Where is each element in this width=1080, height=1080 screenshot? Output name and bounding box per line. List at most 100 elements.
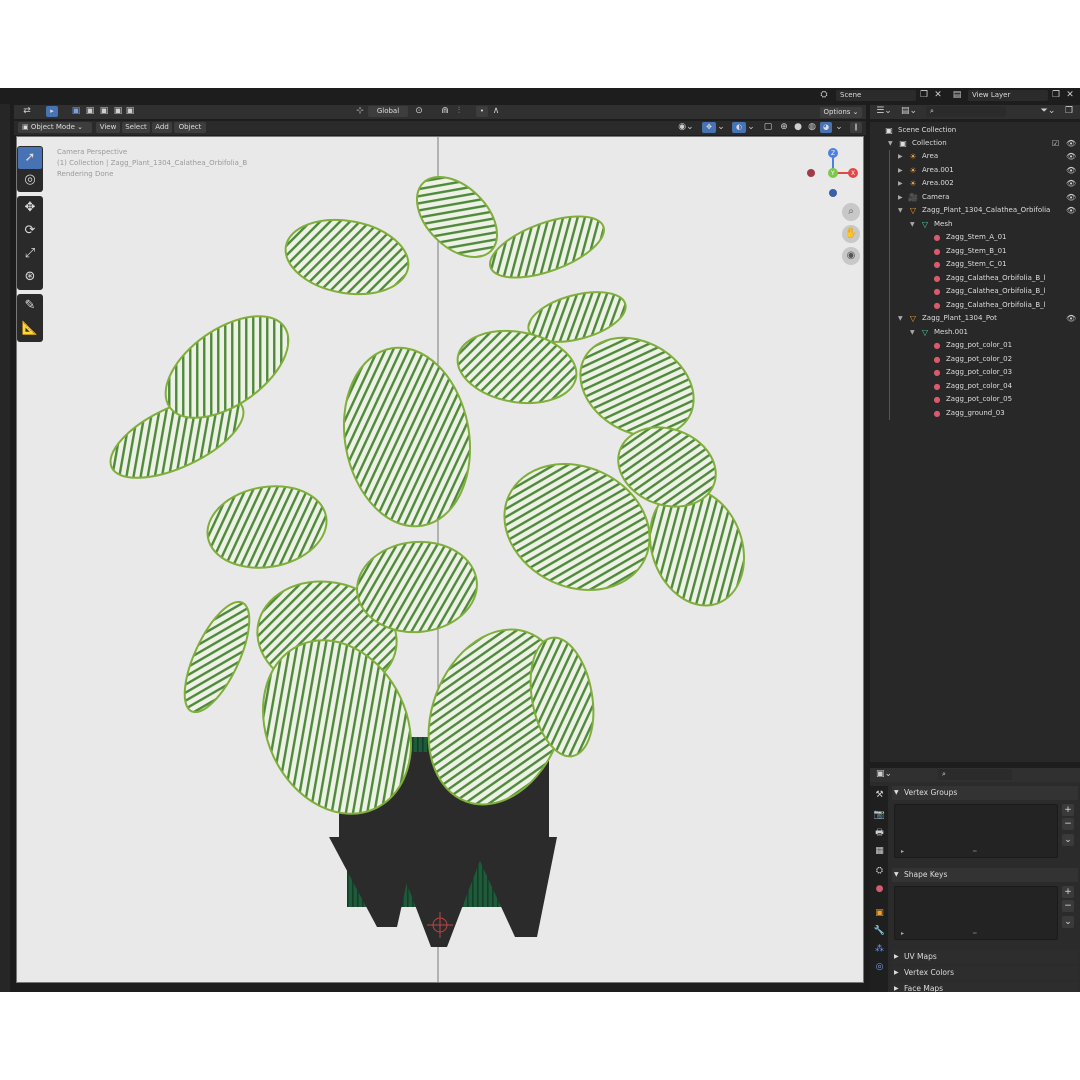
outliner-row[interactable]: ● Zagg_Calathea_Orbifolia_B_l [870, 299, 1080, 312]
eye-icon[interactable]: 👁 [1066, 204, 1076, 217]
view-layer-icon[interactable]: ▤ [948, 90, 966, 101]
outliner-editor-type-icon[interactable]: ☰⌄ [874, 106, 894, 117]
cursor-tool-icon[interactable]: ◎ [18, 169, 42, 191]
options-dropdown[interactable]: Options ⌄ [820, 107, 862, 118]
select-tool-icon[interactable]: ▸ [46, 106, 58, 117]
view-layer-tab-icon[interactable]: ▦ [873, 844, 886, 858]
material-shading-icon[interactable]: ◍ [806, 122, 818, 133]
outliner-row[interactable]: ▶ ☀ Area.002 👁 [870, 177, 1080, 190]
solid-shading-icon[interactable]: ● [792, 122, 804, 133]
new-scene-icon[interactable]: ❐ [918, 90, 930, 101]
list-resize-handle[interactable]: ═ [973, 930, 977, 937]
shading-dropdown-icon[interactable]: ⌄ [834, 122, 844, 133]
overlay-toggle-icon[interactable]: ◐ [732, 122, 746, 133]
remove-vertex-group-button[interactable]: − [1062, 818, 1074, 830]
properties-editor-type-icon[interactable]: ▣⌄ [874, 769, 894, 780]
editor-type-icon[interactable]: ⇄ [18, 106, 36, 117]
display-mode-icon[interactable]: ▤⌄ [898, 106, 920, 117]
gizmo-dropdown-icon[interactable]: ⌄ [716, 122, 726, 133]
eye-icon[interactable]: 👁 [1066, 191, 1076, 204]
remove-shape-key-button[interactable]: − [1062, 900, 1074, 912]
select-mode-subtract-icon[interactable]: ▣ [98, 106, 110, 117]
outliner-row[interactable]: ● Zagg_pot_color_02 [870, 353, 1080, 366]
select-menu[interactable]: Select [122, 122, 150, 133]
new-collection-icon[interactable]: ❐ [1062, 106, 1076, 117]
outliner-row[interactable]: ▼ ▽ Zagg_Plant_1304_Calathea_Orbifolia 👁 [870, 204, 1080, 217]
collapse-arrow-icon[interactable]: ▶ [898, 164, 903, 177]
list-expand-icon[interactable]: ▸ [901, 930, 904, 937]
rendered-shading-icon[interactable]: ◕ [820, 122, 832, 133]
expand-arrow-icon[interactable]: ▼ [898, 312, 903, 325]
expand-arrow-icon[interactable]: ▼ [910, 218, 915, 231]
uv-maps-panel[interactable]: ▶ UV Maps [892, 950, 1078, 964]
new-view-layer-icon[interactable]: ❐ [1050, 90, 1062, 101]
expand-arrow-icon[interactable]: ▼ [898, 204, 903, 217]
outliner-row[interactable]: ▶ 🎥 Camera 👁 [870, 191, 1080, 204]
checkbox-icon[interactable]: ☑ [1052, 137, 1059, 150]
wireframe-shading-icon[interactable]: ⊕ [778, 122, 790, 133]
outliner-row[interactable]: ▼ ▽ Mesh.001 [870, 326, 1080, 339]
outliner-row[interactable]: ● Zagg_ground_03 [870, 407, 1080, 420]
scale-tool-icon[interactable]: ⤢ [18, 243, 42, 265]
object-tab-icon[interactable]: ▣ [873, 906, 886, 920]
collapse-arrow-icon[interactable]: ▶ [898, 177, 903, 190]
outliner-row[interactable]: ● Zagg_Stem_C_01 [870, 258, 1080, 271]
outliner-row[interactable]: ▼ ▽ Mesh [870, 218, 1080, 231]
outliner-row[interactable]: ● Zagg_Calathea_Orbifolia_B_l [870, 272, 1080, 285]
outliner-row[interactable]: ▶ ☀ Area 👁 [870, 150, 1080, 163]
falloff-icon[interactable]: ∧ [490, 106, 502, 117]
select-mode-extend-icon[interactable]: ▣ [84, 106, 96, 117]
transform-orientation-dropdown[interactable]: Global [368, 106, 408, 117]
expand-arrow-icon[interactable]: ▼ [910, 326, 915, 339]
outliner-row[interactable]: ● Zagg_pot_color_01 [870, 339, 1080, 352]
remove-scene-icon[interactable]: ✕ [932, 90, 944, 101]
vertex-group-menu-button[interactable]: ⌄ [1062, 834, 1074, 846]
vertex-colors-panel[interactable]: ▶ Vertex Colors [892, 966, 1078, 980]
shape-key-menu-button[interactable]: ⌄ [1062, 916, 1074, 928]
remove-view-layer-icon[interactable]: ✕ [1064, 90, 1076, 101]
snap-target-icon[interactable]: ⫶ [452, 106, 466, 117]
collapse-arrow-icon[interactable]: ▶ [898, 150, 903, 163]
outliner-row[interactable]: ● Zagg_pot_color_04 [870, 380, 1080, 393]
properties-search-input[interactable]: ⌕ [938, 769, 1012, 780]
outliner-row[interactable]: ● Zagg_Stem_A_01 [870, 231, 1080, 244]
world-tab-icon[interactable]: ● [873, 882, 886, 896]
mode-dropdown[interactable]: ▣ Object Mode ⌄ [18, 122, 92, 133]
zoom-icon[interactable]: ⌕ [842, 203, 860, 221]
vertex-groups-list[interactable]: ▸ ═ [894, 804, 1058, 858]
sidebar-toggle-icon[interactable]: ∥ [850, 122, 862, 133]
view-layer-field[interactable]: View Layer [968, 90, 1048, 101]
3d-viewport[interactable]: Camera Perspective (1) Collection | Zagg… [16, 136, 864, 983]
list-expand-icon[interactable]: ▸ [901, 848, 904, 855]
add-menu[interactable]: Add [152, 122, 172, 133]
annotate-tool-icon[interactable]: ✎ [18, 295, 42, 317]
select-mode-intersect-icon[interactable]: ▣ [124, 106, 136, 117]
vertex-groups-panel[interactable]: ▼ Vertex Groups [892, 786, 1078, 800]
scene-field[interactable]: Scene [836, 90, 916, 101]
select-mode-new-icon[interactable]: ▣ [70, 106, 82, 117]
snap-icon[interactable]: ⋒ [438, 106, 452, 117]
collapse-arrow-icon[interactable]: ▶ [898, 191, 903, 204]
proportional-edit-icon[interactable]: • [476, 106, 488, 117]
navigation-gizmo[interactable]: Z X Y [807, 145, 864, 205]
rotate-tool-icon[interactable]: ⟳ [18, 220, 42, 242]
filter-icon[interactable]: ⏷⌄ [1038, 106, 1058, 117]
camera-view-icon[interactable]: ◉ [842, 247, 860, 265]
eye-icon[interactable]: 👁 [1066, 312, 1076, 325]
physics-tab-icon[interactable]: ◎ [873, 960, 886, 974]
overlay-dropdown-icon[interactable]: ⌄ [746, 122, 756, 133]
outliner-row[interactable]: ● Zagg_pot_color_03 [870, 366, 1080, 379]
outliner-row[interactable]: ● Zagg_Calathea_Orbifolia_B_l [870, 285, 1080, 298]
outliner-search-input[interactable]: ⌕ [926, 106, 1006, 117]
xray-icon[interactable]: ▢ [762, 122, 774, 133]
pan-hand-icon[interactable]: ✋ [842, 225, 860, 243]
add-shape-key-button[interactable]: + [1062, 886, 1074, 898]
tool-tab-icon[interactable]: ⚒ [873, 788, 886, 802]
move-tool-icon[interactable]: ✥ [18, 197, 42, 219]
outliner-row-scene-collection[interactable]: ▣ Scene Collection [870, 124, 1080, 137]
outliner-row[interactable]: ▶ ☀ Area.001 👁 [870, 164, 1080, 177]
add-vertex-group-button[interactable]: + [1062, 804, 1074, 816]
eye-icon[interactable]: 👁 [1066, 150, 1076, 163]
pivot-icon[interactable]: ⊙ [412, 106, 426, 117]
transform-tool-icon[interactable]: ⊛ [18, 266, 42, 288]
